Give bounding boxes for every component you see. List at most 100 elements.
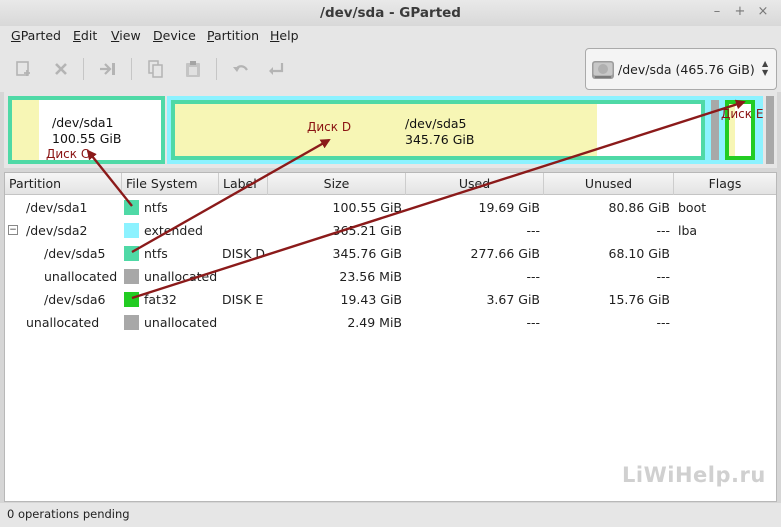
filesystem-cell: extended [144, 223, 203, 238]
table-row[interactable]: unallocated unallocated 23.56 MiB --- --- [5, 265, 776, 288]
label-cell: DISK E [222, 292, 264, 307]
watermark: LiWiHelp.ru [622, 463, 766, 487]
maximize-button[interactable]: + [733, 4, 747, 19]
size-cell: 100.55 GiB [332, 200, 402, 215]
disk-map-sda1-name: /dev/sda1 [52, 115, 114, 130]
col-file-system[interactable]: File System [122, 173, 219, 195]
menu-help[interactable]: Help [270, 28, 299, 43]
menu-mnemonic: E [73, 28, 81, 43]
paste-icon[interactable] [182, 58, 204, 80]
filesystem-color-swatch [124, 315, 139, 330]
menu-rest: elp [279, 28, 299, 43]
status-text: 0 operations pending [7, 507, 130, 521]
annotation-disk-d: Диск D [307, 120, 352, 134]
disk-map-sda1[interactable]: /dev/sda1 100.55 GiB Диск C [8, 96, 165, 164]
disk-map: /dev/sda1 100.55 GiB Диск C Диск D /dev/… [4, 92, 777, 168]
disk-map-unallocated-2[interactable] [766, 96, 774, 164]
menu-rest: evice [162, 28, 196, 43]
used-cell: 277.66 GiB [470, 246, 540, 261]
spin-arrows-icon: ▲ ▼ [762, 59, 769, 77]
col-label[interactable]: Label [219, 173, 268, 195]
unused-cell: --- [656, 315, 670, 330]
col-unused[interactable]: Unused [544, 173, 674, 195]
col-used[interactable]: Used [406, 173, 544, 195]
label-cell: DISK D [222, 246, 266, 261]
col-flags[interactable]: Flags [674, 173, 776, 195]
unused-cell: --- [656, 269, 670, 284]
size-cell: 19.43 GiB [340, 292, 403, 307]
disk-map-sda5-size: 345.76 GiB [405, 132, 475, 147]
filesystem-color-swatch [124, 246, 139, 261]
minimize-button[interactable]: – [710, 4, 724, 19]
used-cell: 19.69 GiB [478, 200, 541, 215]
menu-rest: dit [80, 28, 98, 43]
size-cell: 345.76 GiB [332, 246, 402, 261]
partition-table: Partition File System Label Size Used Un… [4, 172, 777, 502]
menu-partition[interactable]: Partition [207, 28, 259, 43]
harddisk-icon [591, 58, 615, 85]
disk-map-unallocated-1[interactable] [711, 100, 719, 160]
flags-cell: lba [678, 223, 698, 238]
table-row[interactable]: /dev/sda6 fat32 DISK E 19.43 GiB 3.67 GiB 15.… [5, 288, 776, 311]
unused-cell: --- [656, 223, 670, 238]
apply-icon[interactable] [266, 58, 288, 80]
toolbar-separator [131, 58, 132, 80]
filesystem-color-swatch [124, 223, 139, 238]
table-header: Partition File System Label Size Used Un… [5, 173, 776, 195]
copy-icon[interactable] [145, 58, 167, 80]
partition-cell: /dev/sda1 [26, 200, 88, 215]
col-size[interactable]: Size [268, 173, 406, 195]
new-partition-icon[interactable] [13, 58, 35, 80]
table-row[interactable]: −/dev/sda2 extended 365.21 GiB --- --- lba [5, 219, 776, 242]
collapse-icon[interactable]: − [8, 225, 18, 235]
partition-cell: unallocated [44, 269, 118, 284]
table-row[interactable]: /dev/sda5 ntfs DISK D 345.76 GiB 277.66 GiB 6… [5, 242, 776, 265]
flags-cell: boot [678, 200, 707, 215]
device-label: /dev/sda (465.76 GiB) [618, 62, 755, 77]
disk-map-sda1-size: 100.55 GiB [52, 131, 122, 146]
resize-move-icon[interactable] [97, 58, 119, 80]
filesystem-color-swatch [124, 292, 139, 307]
unused-cell: 68.10 GiB [608, 246, 671, 261]
title-bar: /dev/sda - GParted – + × [0, 0, 781, 26]
annotation-disk-c: Диск C [46, 147, 90, 161]
menu-mnemonic: D [153, 28, 163, 43]
menu-bar: GParted Edit View Device Partition Help [0, 26, 781, 46]
menu-rest: iew [119, 28, 141, 43]
col-partition[interactable]: Partition [5, 173, 122, 195]
unused-cell: 15.76 GiB [608, 292, 671, 307]
filesystem-cell: ntfs [144, 200, 168, 215]
partition-cell: /dev/sda5 [44, 246, 106, 261]
menu-mnemonic: H [270, 28, 280, 43]
table-row[interactable]: /dev/sda1 ntfs 100.55 GiB 19.69 GiB 80.86 Gi… [5, 196, 776, 219]
status-bar: 0 operations pending [0, 503, 781, 527]
partition-cell: /dev/sda6 [44, 292, 106, 307]
menu-edit[interactable]: Edit [73, 28, 97, 43]
menu-view[interactable]: View [111, 28, 141, 43]
delete-icon[interactable] [50, 58, 72, 80]
menu-mnemonic: P [207, 28, 214, 43]
menu-gparted[interactable]: GParted [11, 28, 61, 43]
filesystem-cell: ntfs [144, 246, 168, 261]
filesystem-cell: fat32 [144, 292, 177, 307]
menu-rest: artition [213, 28, 260, 43]
used-cell: 3.67 GiB [486, 292, 540, 307]
filesystem-cell: unallocated [144, 269, 218, 284]
close-button[interactable]: × [756, 4, 770, 19]
undo-icon[interactable] [230, 58, 252, 80]
window-title: /dev/sda - GParted [320, 5, 461, 21]
disk-map-sda5[interactable]: Диск D /dev/sda5 345.76 GiB [171, 100, 705, 160]
filesystem-color-swatch [124, 269, 139, 284]
size-cell: 365.21 GiB [332, 223, 402, 238]
unused-cell: 80.86 GiB [608, 200, 671, 215]
device-selector[interactable]: /dev/sda (465.76 GiB) ▲ ▼ [585, 48, 777, 90]
used-cell: --- [526, 269, 540, 284]
table-row[interactable]: unallocated unallocated 2.49 MiB --- --- [5, 311, 776, 334]
menu-device[interactable]: Device [153, 28, 196, 43]
size-cell: 23.56 MiB [339, 269, 402, 284]
partition-cell: /dev/sda2 [26, 223, 88, 238]
used-cell: --- [526, 223, 540, 238]
toolbar-separator [216, 58, 217, 80]
used-cell: --- [526, 315, 540, 330]
disk-map-sda2-extended[interactable]: Диск D /dev/sda5 345.76 GiB [167, 96, 763, 164]
